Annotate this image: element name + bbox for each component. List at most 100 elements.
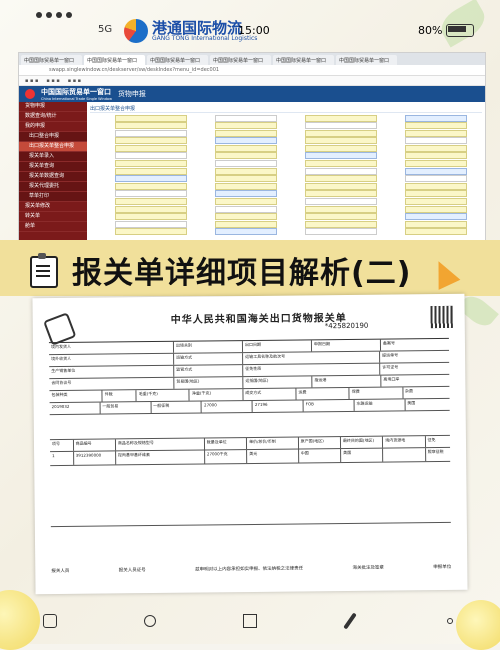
form-field[interactable] [405, 114, 467, 122]
sidebar-item[interactable]: 报关代理委托 [19, 182, 87, 192]
form-field[interactable] [115, 182, 187, 190]
form-field[interactable] [305, 205, 377, 213]
browser-tab[interactable]: 中国国际贸易单一窗口 [84, 55, 145, 65]
address-bar[interactable]: swapp.singlewindow.cn/deskserver/sw/desk… [19, 65, 485, 76]
form-field[interactable] [405, 205, 467, 213]
grid-cell: 生产销售单位 [49, 365, 175, 379]
form-field[interactable] [305, 228, 377, 236]
form-field[interactable] [215, 152, 277, 160]
form-field[interactable] [115, 228, 187, 236]
form-field[interactable] [405, 213, 467, 221]
form-field[interactable] [405, 175, 467, 183]
bookmark-item[interactable]: ▪ ▪ ▪ [25, 78, 38, 84]
app-header: 中国国际贸易单一窗口 China International Trade Sin… [19, 86, 485, 102]
form-field[interactable] [405, 144, 467, 152]
form-field[interactable] [215, 190, 277, 198]
form-field[interactable] [305, 175, 377, 183]
form-row [90, 122, 482, 130]
sidebar-item[interactable]: 报关单查询 [19, 162, 87, 172]
sidebar-item[interactable]: 草单打印 [19, 192, 87, 202]
form-field[interactable] [115, 122, 187, 130]
form-field[interactable] [115, 114, 187, 122]
form-field[interactable] [115, 160, 187, 168]
form-field[interactable] [305, 122, 377, 130]
sidebar-item[interactable]: 出口整合申报 [19, 132, 87, 142]
form-field[interactable] [305, 167, 377, 175]
form-row [90, 228, 482, 236]
form-field[interactable] [305, 198, 377, 206]
form-field[interactable] [115, 213, 187, 221]
form-field[interactable] [305, 129, 377, 137]
form-field[interactable] [215, 114, 277, 122]
form-field[interactable] [215, 167, 277, 175]
form-field[interactable] [215, 144, 277, 152]
form-field[interactable] [305, 213, 377, 221]
form-field[interactable] [215, 122, 277, 130]
sidebar-item-selected[interactable]: 出口报关单整合申报 [19, 142, 87, 152]
form-field[interactable] [405, 129, 467, 137]
form-field[interactable] [405, 152, 467, 160]
browser-tab[interactable]: 中国国际贸易单一窗口 [336, 55, 397, 65]
form-field[interactable] [215, 175, 277, 183]
form-field[interactable] [215, 182, 277, 190]
form-field[interactable] [405, 182, 467, 190]
declaration-form: 出口报关单整合申报 [87, 102, 485, 241]
browser-tab[interactable]: 中国国际贸易单一窗口 [21, 55, 82, 65]
form-field[interactable] [215, 228, 277, 236]
delete-icon[interactable] [41, 612, 59, 630]
browser-tab[interactable]: 中国国际贸易单一窗口 [273, 55, 334, 65]
form-field[interactable] [305, 152, 377, 160]
form-field[interactable] [305, 114, 377, 122]
form-field[interactable] [215, 129, 277, 137]
form-field[interactable] [215, 213, 277, 221]
form-field[interactable] [405, 167, 467, 175]
form-field[interactable] [115, 144, 187, 152]
crop-icon[interactable] [241, 612, 259, 630]
form-field[interactable] [215, 205, 277, 213]
form-field[interactable] [305, 182, 377, 190]
form-field[interactable] [405, 228, 467, 236]
more-icon[interactable] [441, 612, 459, 630]
sidebar-item[interactable]: 我的申报 [19, 122, 87, 132]
browser-tab[interactable]: 中国国际贸易单一窗口 [147, 55, 208, 65]
sidebar-item[interactable]: 转关单 [19, 212, 87, 222]
form-field[interactable] [405, 160, 467, 168]
form-field[interactable] [215, 137, 277, 145]
form-field[interactable] [215, 198, 277, 206]
sidebar-item[interactable]: 报关单录入 [19, 152, 87, 162]
form-field[interactable] [405, 137, 467, 145]
form-field[interactable] [115, 129, 187, 137]
sidebar-item[interactable]: 舱单 [19, 222, 87, 232]
grid-cell: 件数 [102, 390, 137, 402]
form-field[interactable] [115, 220, 187, 228]
form-field[interactable] [305, 220, 377, 228]
bookmark-item[interactable]: ▪ ▪ ▪ [68, 78, 81, 84]
form-field[interactable] [115, 152, 187, 160]
form-field[interactable] [405, 198, 467, 206]
form-field[interactable] [305, 190, 377, 198]
sidebar-item[interactable]: 货物申报 [19, 102, 87, 112]
form-field[interactable] [405, 220, 467, 228]
sidebar-item[interactable]: 报关单修改 [19, 202, 87, 212]
form-field[interactable] [405, 190, 467, 198]
form-field[interactable] [305, 160, 377, 168]
share-icon[interactable] [141, 612, 159, 630]
form-field[interactable] [305, 137, 377, 145]
form-field[interactable] [115, 205, 187, 213]
edit-icon[interactable] [341, 612, 359, 630]
form-field[interactable] [115, 198, 187, 206]
app-subtitle: China International Trade Single Window [41, 97, 112, 101]
sidebar-item[interactable]: 报关单数据查询 [19, 172, 87, 182]
form-field[interactable] [115, 167, 187, 175]
form-field[interactable] [405, 122, 467, 130]
form-field[interactable] [215, 160, 277, 168]
form-field[interactable] [115, 137, 187, 145]
form-field[interactable] [215, 220, 277, 228]
bookmark-item[interactable]: ▪ ▪ ▪ [46, 78, 59, 84]
sidebar-item[interactable]: 数据查询/统计 [19, 112, 87, 122]
form-field[interactable] [115, 190, 187, 198]
grid-cell: 商品编号 [73, 439, 116, 451]
form-field[interactable] [115, 175, 187, 183]
browser-tab[interactable]: 中国国际贸易单一窗口 [210, 55, 271, 65]
form-field[interactable] [305, 144, 377, 152]
